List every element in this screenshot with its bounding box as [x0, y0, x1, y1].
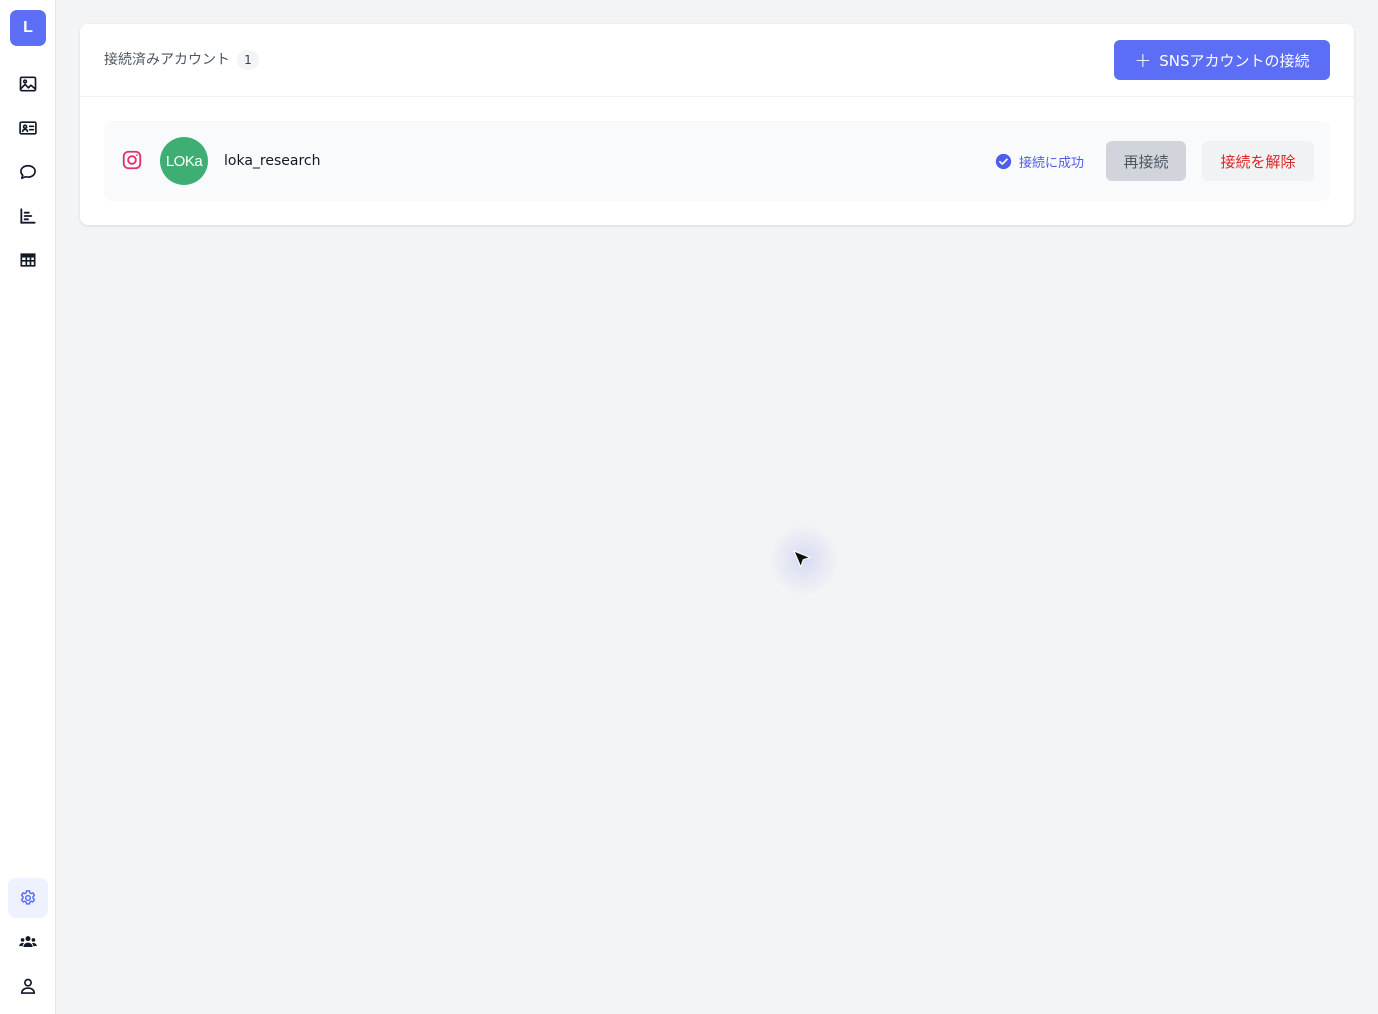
mouse-cursor-icon — [793, 550, 811, 568]
account-username: loka_research — [224, 153, 321, 169]
connection-status: 接続に成功 — [995, 151, 1084, 171]
workspace-logo[interactable]: L — [10, 10, 46, 46]
image-icon — [19, 76, 37, 92]
account-count-badge: 1 — [237, 50, 259, 70]
sidebar-item-settings[interactable] — [8, 878, 48, 918]
sidebar-item-profile[interactable] — [8, 966, 48, 1006]
sidebar-item-analytics[interactable] — [8, 196, 48, 236]
account-avatar: LOKa — [160, 137, 208, 185]
users-group-icon — [19, 936, 37, 947]
chat-bubble-icon — [20, 164, 36, 180]
account-row: LOKa loka_research 接続に成功 再接続 接続を解除 — [104, 121, 1330, 201]
disconnect-button[interactable]: 接続を解除 — [1202, 141, 1314, 181]
connection-status-label: 接続に成功 — [1019, 155, 1085, 171]
gear-icon — [20, 890, 36, 905]
sidebar-item-profiles[interactable] — [8, 108, 48, 148]
instagram-icon — [122, 150, 142, 170]
connect-sns-account-label: SNSアカウントの接続 — [1159, 51, 1310, 70]
user-icon — [20, 978, 36, 994]
sidebar-item-images[interactable] — [8, 64, 48, 104]
sidebar-item-team[interactable] — [8, 922, 48, 962]
reconnect-button[interactable]: 再接続 — [1106, 141, 1186, 181]
connected-accounts-card: 接続済みアカウント 1 + SNSアカウントの接続 LOKa loka_rese… — [80, 24, 1354, 225]
bar-chart-icon — [20, 208, 36, 224]
plus-icon: + — [1134, 48, 1152, 72]
connect-sns-account-button[interactable]: + SNSアカウントの接続 — [1114, 40, 1330, 80]
table-grid-icon — [20, 253, 36, 267]
sidebar-item-messages[interactable] — [8, 152, 48, 192]
sidebar-item-table[interactable] — [8, 240, 48, 280]
card-header: 接続済みアカウント 1 + SNSアカウントの接続 — [80, 24, 1354, 97]
check-circle-icon — [995, 153, 1012, 169]
sidebar: L — [0, 0, 56, 1014]
id-card-icon — [19, 121, 37, 135]
card-title: 接続済みアカウント — [104, 52, 230, 68]
